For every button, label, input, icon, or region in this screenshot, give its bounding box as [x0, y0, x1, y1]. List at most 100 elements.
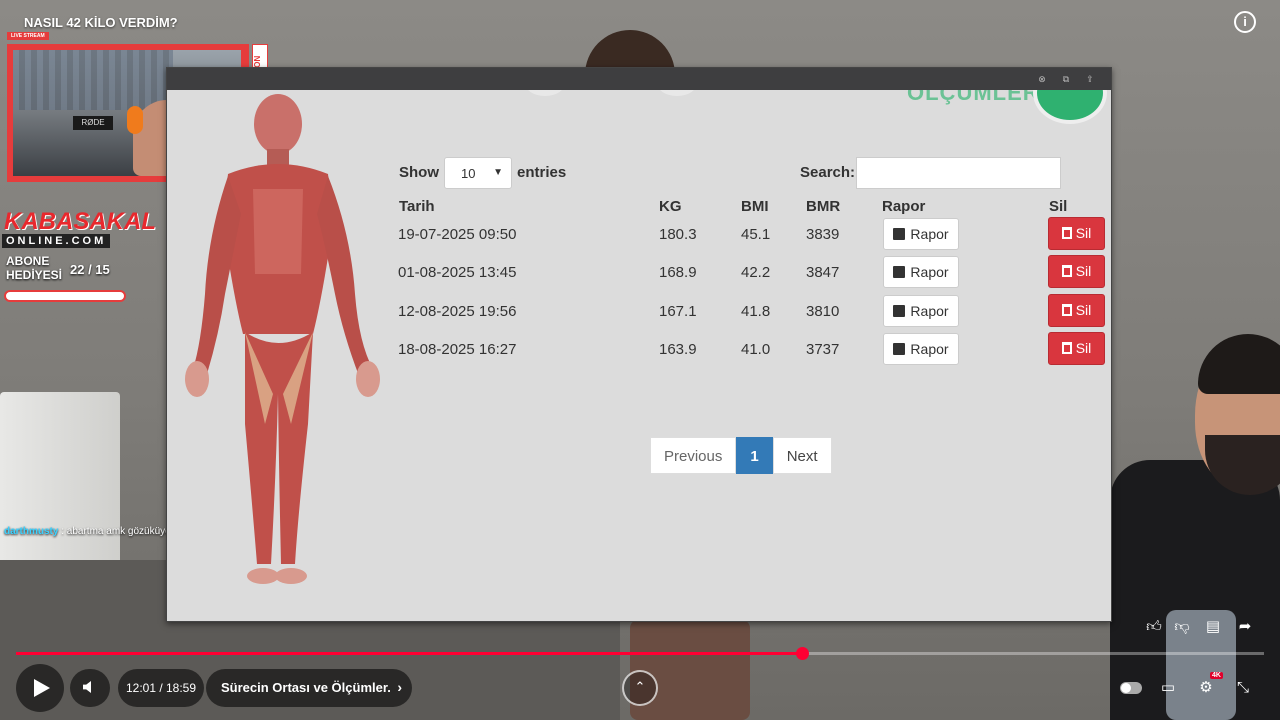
entries-label: entries [517, 164, 567, 181]
row-kg: 180.3 [659, 226, 697, 243]
chevron-up-icon[interactable]: ⌃ [622, 670, 658, 706]
delete-button[interactable]: Sil [1048, 294, 1105, 327]
current-page-button[interactable]: 1 [736, 437, 773, 474]
row-date: 19-07-2025 09:50 [398, 226, 517, 243]
popout-icon[interactable]: ⧉ [1060, 73, 1072, 85]
row-kg: 167.1 [659, 303, 697, 320]
live-badge: LIVE STREAM [7, 32, 49, 40]
nav-circle[interactable] [657, 90, 697, 96]
search-input[interactable] [856, 157, 1061, 189]
share-arrow-icon[interactable]: ➦ [1235, 617, 1255, 637]
settings-gear-icon[interactable]: ⚙ [1195, 678, 1217, 698]
close-icon[interactable]: ⊗ [1036, 73, 1048, 85]
calendar-icon [893, 305, 906, 317]
column-header-bmr[interactable]: BMR [806, 198, 840, 215]
delete-button[interactable]: Sil [1048, 217, 1105, 250]
rapor-label: Rapor [910, 303, 949, 319]
row-date: 01-08-2025 13:45 [398, 264, 517, 281]
rapor-button[interactable]: Rapor [883, 333, 959, 365]
chevron-right-icon: › [397, 679, 402, 695]
column-header-sil[interactable]: Sil [1049, 198, 1067, 215]
progress-scrubber[interactable] [796, 647, 809, 660]
play-button[interactable] [16, 664, 64, 712]
row-bmr: 3810 [806, 303, 840, 320]
webcam-shelf [13, 50, 173, 110]
volume-button[interactable] [70, 669, 110, 707]
volume-icon [83, 681, 91, 693]
nav-circle[interactable] [525, 90, 565, 96]
row-bmi: 41.8 [741, 303, 771, 320]
trash-icon [1061, 265, 1072, 277]
page-heading: ÖLÇÜMLER [907, 90, 1040, 105]
person-hair [1198, 334, 1280, 394]
page-badge-icon [1033, 90, 1107, 124]
entries-select[interactable]: 10 ▼ [444, 157, 512, 189]
headset-icon [127, 106, 143, 134]
brand-logo: KABASAKAL [4, 208, 156, 235]
autoplay-toggle[interactable] [1120, 682, 1142, 694]
browser-titlebar: ⊗ ⧉ ⇪ [167, 68, 1111, 90]
like-icon[interactable]: 👍︎ [1144, 617, 1164, 637]
row-bmr: 3737 [806, 341, 840, 358]
progress-fill [16, 652, 802, 655]
background-person-right [1110, 334, 1280, 720]
chapter-title: Sürecin Ortası ve Ölçümler. [221, 680, 391, 695]
rapor-label: Rapor [910, 341, 949, 357]
column-header-kg[interactable]: KG [659, 198, 682, 215]
rapor-button[interactable]: Rapor [883, 218, 959, 250]
chapter-button[interactable]: Sürecin Ortası ve Ölçümler. › [206, 669, 412, 707]
row-kg: 168.9 [659, 264, 697, 281]
subtitles-icon[interactable]: ▭ [1157, 678, 1179, 698]
trash-icon [1061, 304, 1072, 316]
share-icon[interactable]: ⇪ [1084, 73, 1096, 85]
column-header-bmi[interactable]: BMI [741, 198, 769, 215]
next-page-button[interactable]: Next [772, 437, 832, 474]
row-bmi: 42.2 [741, 264, 771, 281]
chevron-down-icon: ▼ [493, 167, 503, 178]
time-display: 12:01 / 18:59 [118, 669, 204, 707]
delete-button[interactable]: Sil [1048, 255, 1105, 288]
show-label: Show [399, 164, 439, 181]
row-kg: 163.9 [659, 341, 697, 358]
rapor-label: Rapor [910, 264, 949, 280]
delete-label: Sil [1075, 302, 1092, 318]
column-header-tarih[interactable]: Tarih [399, 198, 435, 215]
chat-username: darthmusty [4, 526, 59, 537]
row-bmi: 41.0 [741, 341, 771, 358]
subscriber-goal-bar [4, 290, 126, 302]
calendar-icon [893, 343, 906, 355]
chat-message: darthmusty : abartma amk gözüküyon [4, 526, 176, 537]
rapor-button[interactable]: Rapor [883, 256, 959, 288]
delete-button[interactable]: Sil [1048, 332, 1105, 365]
row-bmr: 3847 [806, 264, 840, 281]
rapor-button[interactable]: Rapor [883, 295, 959, 327]
browser-window: ⊗ ⧉ ⇪ ÖLÇÜMLER Show 10 ▼ entries Search:… [166, 67, 1112, 622]
row-date: 12-08-2025 19:56 [398, 303, 517, 320]
exit-fullscreen-icon[interactable]: ⤡ [1232, 678, 1254, 698]
column-header-rapor[interactable]: Rapor [882, 198, 925, 215]
video-title: NASIL 42 KİLO VERDİM? [24, 15, 178, 30]
trash-icon [1061, 342, 1072, 354]
row-date: 18-08-2025 16:27 [398, 341, 517, 358]
webcam-microphone: RØDE [73, 116, 113, 130]
previous-page-button[interactable]: Previous [650, 437, 737, 474]
measurements-page: ÖLÇÜMLER Show 10 ▼ entries Search: Tarih… [167, 90, 1111, 621]
anatomy-figure-icon [185, 94, 380, 584]
delete-label: Sil [1075, 225, 1092, 241]
dislike-icon[interactable]: 👎︎ [1172, 617, 1192, 637]
calendar-icon [893, 228, 906, 240]
quality-badge: 4K [1210, 672, 1223, 679]
goal-label-line2: HEDİYESİ [6, 268, 63, 282]
rapor-label: Rapor [910, 226, 949, 242]
brand-subtitle: ONLINE.COM [2, 234, 111, 248]
delete-label: Sil [1075, 340, 1092, 356]
calendar-icon [893, 266, 906, 278]
entries-select-value: 10 [461, 166, 476, 181]
goal-label-line1: ABONE [6, 254, 50, 268]
delete-label: Sil [1075, 263, 1092, 279]
comment-icon[interactable]: ▤ [1203, 617, 1223, 637]
info-icon[interactable]: i [1234, 11, 1256, 33]
chat-text: : abartma amk gözüküyon [61, 526, 177, 537]
background-person-legs [630, 620, 750, 720]
search-label: Search: [800, 164, 856, 181]
